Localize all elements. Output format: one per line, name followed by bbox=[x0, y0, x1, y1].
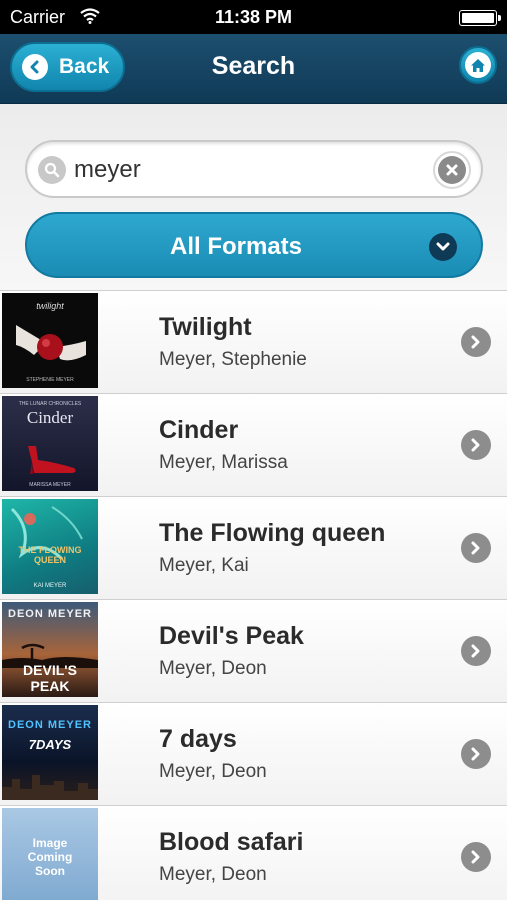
back-button[interactable]: Back bbox=[10, 42, 125, 92]
cover-author-text: KAI MEYER bbox=[33, 583, 67, 589]
book-author: Meyer, Marissa bbox=[159, 452, 288, 473]
cover-title-text: twilight bbox=[36, 301, 64, 311]
city-skyline-image bbox=[2, 775, 98, 800]
book-title: Cinder bbox=[159, 416, 239, 444]
search-input[interactable] bbox=[74, 152, 424, 188]
battery-icon bbox=[459, 10, 501, 26]
cover-title-text: DEVIL'S PEAK bbox=[23, 662, 77, 694]
book-title: Devil's Peak bbox=[159, 622, 304, 650]
book-cover: THE LUNAR CHRONICLES Cinder MARISSA MEYE… bbox=[2, 396, 98, 491]
book-author: Meyer, Stephenie bbox=[159, 349, 307, 370]
cover-top-text: THE LUNAR CHRONICLES bbox=[18, 401, 82, 407]
book-cover: DEON MEYER DEVIL'S PEAK bbox=[2, 602, 98, 697]
cover-title-text: Cinder bbox=[26, 408, 74, 427]
book-title: Blood safari bbox=[159, 828, 304, 856]
red-shoe-image bbox=[28, 446, 76, 474]
navigation-bar: Back Search bbox=[0, 34, 507, 104]
home-icon bbox=[465, 52, 491, 78]
chevron-right-icon bbox=[461, 739, 491, 769]
clock: 11:38 PM bbox=[214, 7, 293, 27]
book-author: Meyer, Deon bbox=[159, 864, 267, 885]
apple-hands-image bbox=[16, 325, 86, 361]
list-item[interactable]: Image Coming Soon Blood safari Meyer, De… bbox=[0, 805, 507, 900]
book-author: Meyer, Kai bbox=[159, 555, 249, 576]
search-area: All Formats bbox=[0, 104, 507, 290]
book-cover: DEON MEYER 7DAYS bbox=[2, 705, 98, 800]
home-button[interactable] bbox=[459, 46, 497, 84]
chevron-right-icon bbox=[461, 327, 491, 357]
list-item[interactable]: DEON MEYER 7DAYS 7 days Meyer, Deon bbox=[0, 702, 507, 805]
format-dropdown-label: All Formats bbox=[169, 233, 303, 260]
chevron-right-icon bbox=[461, 636, 491, 666]
clear-search-button[interactable] bbox=[433, 151, 471, 189]
chevron-right-icon bbox=[461, 533, 491, 563]
book-cover: twilight STEPHENIE MEYER bbox=[2, 293, 98, 388]
search-icon bbox=[38, 156, 66, 184]
chevron-left-icon bbox=[22, 54, 48, 80]
list-item[interactable]: twilight STEPHENIE MEYER Twilight Meyer,… bbox=[0, 290, 507, 393]
list-item[interactable]: DEON MEYER DEVIL'S PEAK Devil's Peak Mey… bbox=[0, 599, 507, 702]
chevron-right-icon bbox=[461, 842, 491, 872]
close-icon bbox=[438, 156, 466, 184]
book-title: Twilight bbox=[159, 313, 252, 341]
book-author: Meyer, Deon bbox=[159, 761, 267, 782]
cover-top-text: DEON MEYER bbox=[8, 719, 92, 731]
list-item[interactable]: THE FLOWING QUEEN KAI MEYER The Flowing … bbox=[0, 496, 507, 599]
cover-title-text: THE FLOWING QUEEN bbox=[18, 545, 82, 565]
back-label: Back bbox=[59, 55, 110, 78]
book-author: Meyer, Deon bbox=[159, 658, 267, 679]
book-title: 7 days bbox=[159, 725, 237, 753]
cover-author-text: STEPHENIE MEYER bbox=[26, 377, 74, 383]
chevron-right-icon bbox=[461, 430, 491, 460]
cover-title-text: 7DAYS bbox=[28, 737, 72, 752]
format-dropdown[interactable]: All Formats bbox=[25, 212, 483, 278]
results-list: twilight STEPHENIE MEYER Twilight Meyer,… bbox=[0, 290, 507, 900]
book-cover: Image Coming Soon bbox=[2, 808, 98, 900]
chevron-down-icon bbox=[429, 233, 457, 261]
list-item[interactable]: THE LUNAR CHRONICLES Cinder MARISSA MEYE… bbox=[0, 393, 507, 496]
cover-placeholder-text: Image Coming Soon bbox=[27, 836, 73, 878]
book-cover: THE FLOWING QUEEN KAI MEYER bbox=[2, 499, 98, 594]
cover-author-text: MARISSA MEYER bbox=[29, 482, 71, 488]
book-title: The Flowing queen bbox=[159, 519, 386, 547]
cover-top-text: DEON MEYER bbox=[8, 608, 92, 620]
search-box bbox=[25, 140, 483, 198]
status-bar: Carrier 11:38 PM bbox=[0, 0, 507, 34]
